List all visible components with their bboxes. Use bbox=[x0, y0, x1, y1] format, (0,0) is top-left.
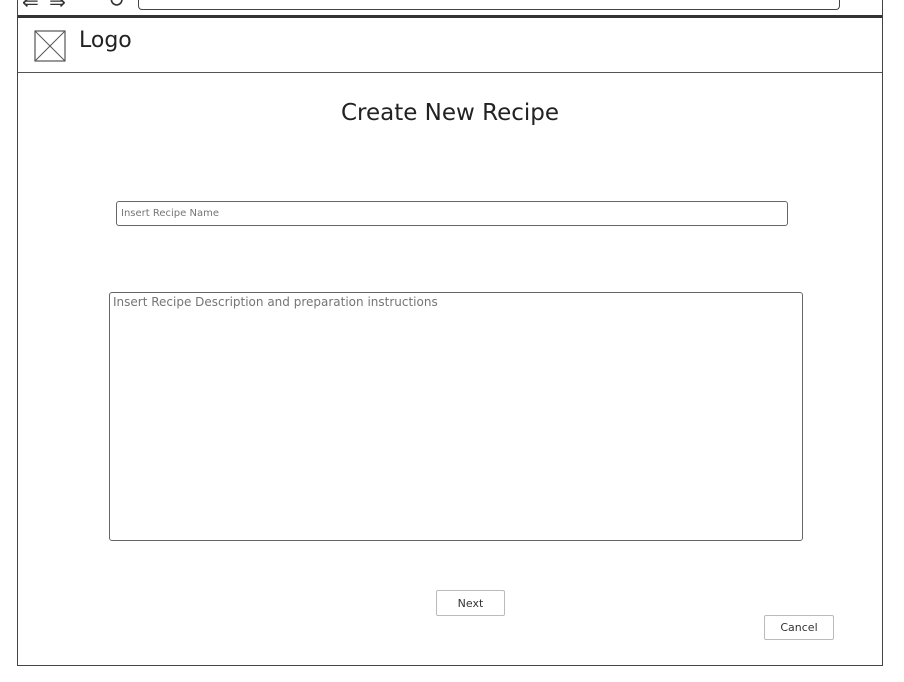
next-button[interactable]: Next bbox=[436, 590, 505, 616]
cancel-button[interactable]: Cancel bbox=[764, 615, 834, 640]
browser-window: ⇐ ⇒ ↻ Logo Create New Recipe Next Cancel bbox=[17, 0, 883, 666]
browser-toolbar: ⇐ ⇒ ↻ bbox=[18, 0, 882, 18]
logo-placeholder-icon bbox=[34, 30, 66, 62]
recipe-description-textarea[interactable] bbox=[109, 292, 803, 541]
page-header: Logo bbox=[18, 18, 882, 73]
page-title: Create New Recipe bbox=[340, 100, 560, 126]
address-bar[interactable] bbox=[138, 0, 840, 10]
logo-text: Logo bbox=[79, 28, 132, 53]
recipe-name-input[interactable] bbox=[116, 201, 788, 226]
reload-icon[interactable]: ↻ bbox=[108, 0, 125, 12]
back-forward-arrows-icon[interactable]: ⇐ ⇒ bbox=[22, 0, 68, 14]
